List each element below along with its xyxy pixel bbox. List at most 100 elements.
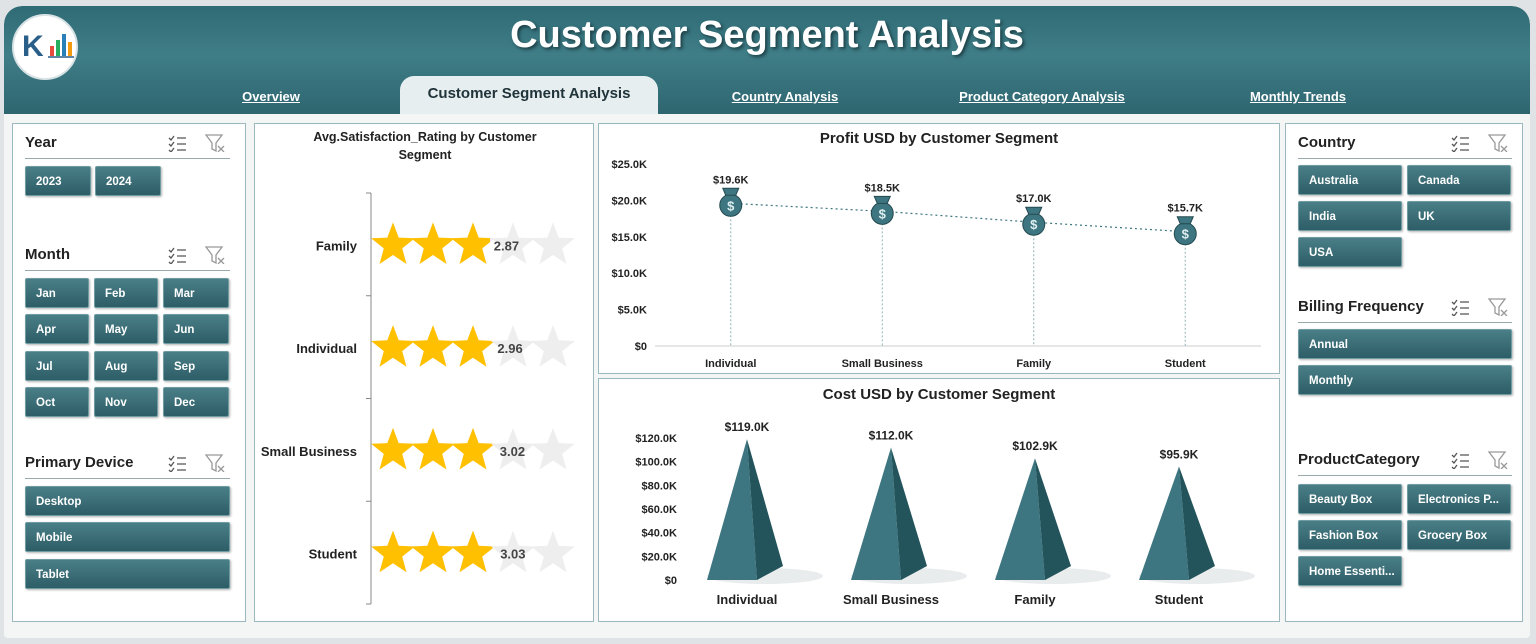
multi-select-icon[interactable] — [167, 246, 187, 264]
profit-series-line — [730, 202, 1186, 233]
clear-filter-icon[interactable] — [205, 454, 225, 472]
country-button-usa[interactable]: USA — [1298, 237, 1402, 267]
profit-y-tick-label: $10.0K — [612, 268, 648, 280]
cost-y-tick-label: $0 — [665, 575, 677, 587]
multi-select-icon[interactable] — [1450, 298, 1470, 316]
multi-select-icon[interactable] — [167, 454, 187, 472]
rating-category-label: Small Business — [261, 444, 357, 459]
year-slicer-divider — [25, 158, 230, 159]
cost-data-label: $95.9K — [1160, 448, 1199, 462]
cost-pyramid-bar — [995, 458, 1071, 580]
month-button-sep[interactable]: Sep — [163, 351, 229, 381]
rating-star-filled — [371, 530, 415, 573]
product-button-fashion-box[interactable]: Fashion Box — [1298, 520, 1402, 550]
clear-filter-icon[interactable] — [1488, 298, 1508, 316]
profit-data-label: $18.5K — [865, 182, 901, 194]
profit-chart: $0 $5.0K $10.0K $15.0K $20.0K $25.0K Individua… — [612, 159, 1261, 370]
device-slicer-title: Primary Device — [25, 454, 134, 471]
profit-y-tick-label: $15.0K — [612, 232, 648, 244]
month-button-jun[interactable]: Jun — [163, 314, 229, 344]
cost-pyramid-bar — [851, 447, 927, 580]
satisfaction-chart-panel: Avg.Satisfaction_Rating by Customer Segm… — [254, 123, 594, 622]
cost-x-tick-label: Individual — [717, 592, 778, 607]
billing-button-annual[interactable]: Annual — [1298, 329, 1512, 359]
clear-filter-icon[interactable] — [205, 134, 225, 152]
year-button-2024[interactable]: 2024 — [95, 166, 161, 196]
device-button-desktop[interactable]: Desktop — [25, 486, 230, 516]
country-button-uk[interactable]: UK — [1407, 201, 1511, 231]
rating-star-filled — [371, 325, 415, 367]
multi-select-icon[interactable] — [1450, 451, 1470, 469]
product-button-beauty-box[interactable]: Beauty Box — [1298, 484, 1402, 514]
profit-x-tick-label: Family — [1016, 358, 1052, 370]
month-button-feb[interactable]: Feb — [94, 278, 158, 308]
month-button-aug[interactable]: Aug — [94, 351, 158, 381]
svg-text:$: $ — [727, 198, 735, 213]
rating-star-empty — [531, 222, 575, 264]
rating-star-empty — [531, 427, 575, 470]
rating-star-filled — [411, 325, 455, 367]
country-button-australia[interactable]: Australia — [1298, 165, 1402, 195]
cost-y-tick-label: $20.0K — [642, 551, 678, 563]
profit-y-tick-label: $0 — [635, 341, 647, 353]
profit-y-tick-label: $20.0K — [612, 195, 648, 207]
tab-monthly-trends[interactable]: Monthly Trends — [1238, 86, 1358, 114]
cost-x-tick-label: Student — [1155, 592, 1204, 607]
rating-data-label: 3.02 — [500, 444, 525, 459]
clear-filter-icon[interactable] — [1488, 451, 1508, 469]
year-button-2023[interactable]: 2023 — [25, 166, 91, 196]
month-button-apr[interactable]: Apr — [25, 314, 89, 344]
profit-chart-panel: Profit USD by Customer Segment $0 $5.0K $1… — [598, 123, 1280, 374]
product-button-grocery-box[interactable]: Grocery Box — [1407, 520, 1511, 550]
tab-country-analysis[interactable]: Country Analysis — [720, 86, 850, 114]
money-bag-icon: $ — [870, 195, 894, 225]
clear-filter-icon[interactable] — [205, 246, 225, 264]
product-button-electronics[interactable]: Electronics P... — [1407, 484, 1511, 514]
rating-data-label: 2.87 — [494, 238, 519, 253]
country-button-india[interactable]: India — [1298, 201, 1402, 231]
rating-star-filled — [371, 427, 415, 470]
tab-product-category-analysis[interactable]: Product Category Analysis — [948, 86, 1136, 114]
month-button-jul[interactable]: Jul — [25, 351, 89, 381]
cost-pyramid-bar — [707, 439, 783, 580]
multi-select-icon[interactable] — [1450, 134, 1470, 152]
cost-y-tick-label: $40.0K — [642, 528, 678, 540]
tab-customer-segment-analysis[interactable]: Customer Segment Analysis — [400, 76, 658, 114]
rating-star-filled — [411, 222, 455, 264]
rating-star-empty — [531, 325, 575, 367]
month-slicer-divider — [25, 270, 230, 271]
device-slicer-divider — [25, 478, 230, 479]
device-button-tablet[interactable]: Tablet — [25, 559, 230, 589]
country-button-canada[interactable]: Canada — [1407, 165, 1511, 195]
profit-x-tick-label: Small Business — [842, 358, 923, 370]
cost-y-tick-label: $120.0K — [635, 433, 677, 445]
profit-x-tick-label: Student — [1165, 358, 1206, 370]
product-slicer-divider — [1298, 475, 1512, 476]
clear-filter-icon[interactable] — [1488, 134, 1508, 152]
product-slicer-title: ProductCategory — [1298, 451, 1420, 468]
cost-data-label: $102.9K — [1012, 439, 1058, 453]
month-button-jan[interactable]: Jan — [25, 278, 89, 308]
cost-chart-panel: Cost USD by Customer Segment $0 $20.0K $40… — [598, 378, 1280, 622]
rating-category-label: Individual — [296, 341, 357, 356]
cost-data-label: $119.0K — [725, 420, 770, 434]
month-button-oct[interactable]: Oct — [25, 387, 89, 417]
cost-y-tick-label: $80.0K — [642, 480, 678, 492]
multi-select-icon[interactable] — [167, 134, 187, 152]
cost-chart: $0 $20.0K $40.0K $60.0K $80.0K $100.0K $120.0K… — [635, 420, 1255, 607]
rating-star-filled — [451, 222, 491, 264]
device-button-mobile[interactable]: Mobile — [25, 522, 230, 552]
month-button-dec[interactable]: Dec — [163, 387, 229, 417]
product-button-home-essentials[interactable]: Home Essenti... — [1298, 556, 1402, 586]
month-button-may[interactable]: May — [94, 314, 158, 344]
billing-button-monthly[interactable]: Monthly — [1298, 365, 1512, 395]
cost-x-tick-label: Family — [1014, 592, 1056, 607]
right-slicer-panel: Country Australia Canada India UK USA Bi… — [1285, 123, 1523, 622]
month-button-mar[interactable]: Mar — [163, 278, 229, 308]
billing-slicer-divider — [1298, 322, 1512, 323]
rating-category-label: Family — [316, 238, 358, 253]
year-slicer-title: Year — [25, 134, 57, 151]
tab-overview[interactable]: Overview — [226, 86, 316, 114]
money-bag-icon: $ — [1022, 206, 1046, 236]
month-button-nov[interactable]: Nov — [94, 387, 158, 417]
